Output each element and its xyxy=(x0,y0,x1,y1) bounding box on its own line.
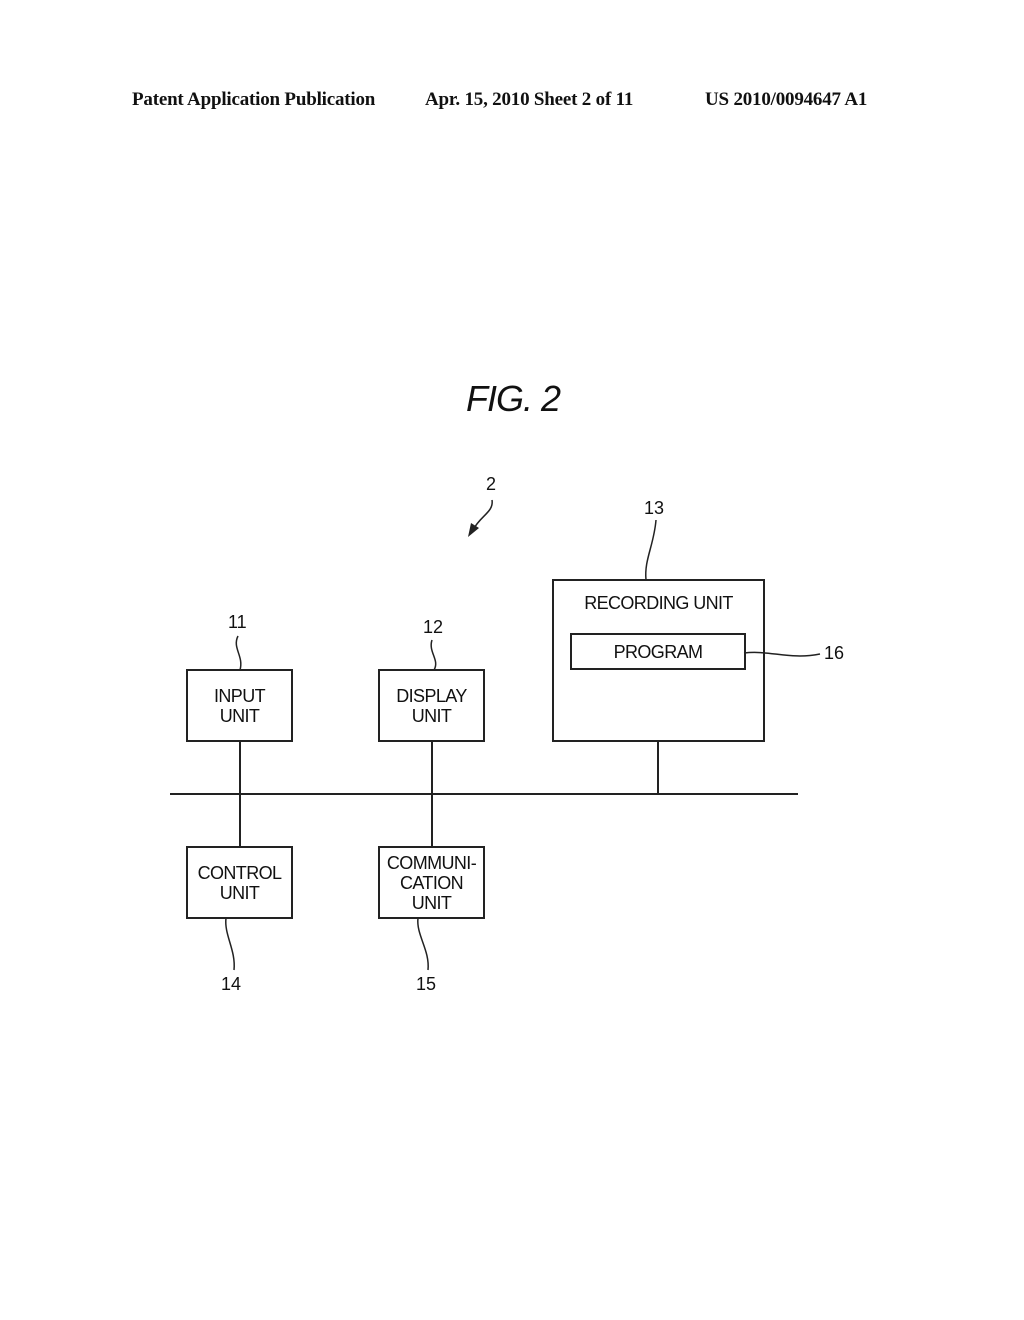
input-unit-block: INPUT UNIT xyxy=(186,669,293,742)
ref-label-15: 15 xyxy=(416,974,437,994)
program-block: PROGRAM xyxy=(570,633,746,670)
system-ref-label: 2 xyxy=(486,474,497,494)
arrow-head-icon xyxy=(468,523,479,537)
ref-label-13: 13 xyxy=(644,498,665,518)
ref-label-16: 16 xyxy=(824,643,845,663)
leader-11 xyxy=(235,635,242,671)
block-text: UNIT xyxy=(219,882,260,903)
ref-label-14: 14 xyxy=(221,974,242,994)
control-unit-block: CONTROL UNIT xyxy=(186,846,293,919)
block-text: COMMUNI- xyxy=(386,852,477,873)
block-text: CATION xyxy=(399,872,464,893)
block-text: UNIT xyxy=(219,705,260,726)
leader-14 xyxy=(225,917,235,971)
display-unit-block: DISPLAY UNIT xyxy=(378,669,485,742)
system-ref-arrow xyxy=(472,499,493,531)
block-text: INPUT xyxy=(213,685,266,706)
block-text: UNIT xyxy=(411,892,452,913)
block-text: CONTROL xyxy=(197,862,282,883)
block-text: RECORDING UNIT xyxy=(584,593,733,613)
connector-lines xyxy=(170,499,821,971)
ref-label-11: 11 xyxy=(228,612,247,632)
block-text: PROGRAM xyxy=(613,641,703,662)
block-text: UNIT xyxy=(411,705,452,726)
communication-unit-block: COMMUNI- CATION UNIT xyxy=(378,846,485,919)
leader-13 xyxy=(645,519,657,581)
leader-15 xyxy=(417,917,429,971)
leader-12 xyxy=(430,639,437,671)
block-text: DISPLAY xyxy=(396,685,467,706)
ref-label-12: 12 xyxy=(423,617,444,637)
